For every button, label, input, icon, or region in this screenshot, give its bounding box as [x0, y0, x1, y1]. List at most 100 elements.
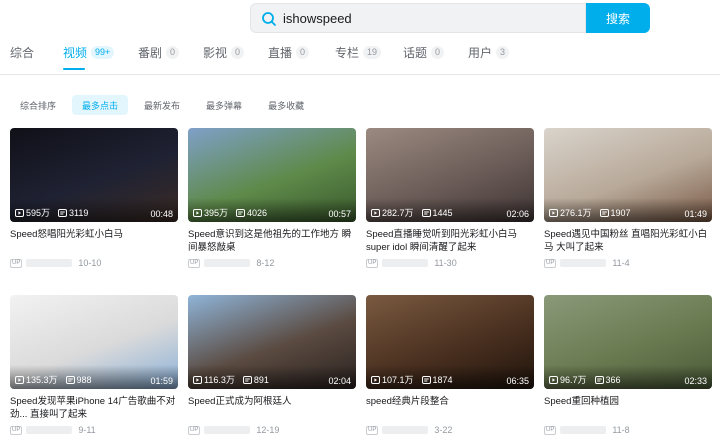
- video-duration: 02:33: [684, 376, 707, 386]
- video-meta: UP 11-30: [366, 258, 534, 268]
- video-title[interactable]: speed经典片段整合: [366, 395, 534, 421]
- view-count-value: 276.1万: [560, 208, 592, 218]
- view-count-value: 116.3万: [204, 375, 235, 385]
- danmaku-count-value: 1874: [432, 374, 453, 385]
- tab-user[interactable]: 用户 3: [468, 44, 528, 74]
- video-card[interactable]: 282.7万 1445 02:06 Speed直播睡觉听到阳光彩虹小白马 super …: [366, 128, 534, 268]
- uploader-icon: UP: [10, 425, 23, 435]
- video-thumbnail[interactable]: 276.1万 1907 01:49: [544, 128, 712, 222]
- video-thumbnail[interactable]: 595万 3119 00:48: [10, 128, 178, 222]
- video-thumbnail[interactable]: 395万 4026 00:57: [188, 128, 356, 222]
- video-stats: 595万 3119: [15, 206, 96, 219]
- video-title[interactable]: Speed直播睡觉听到阳光彩虹小白马 super idol 瞬间清醒了起来: [366, 228, 534, 254]
- video-card[interactable]: 595万 3119 00:48 Speed怒唱阳光彩虹小白马 UP 10-10: [10, 128, 178, 268]
- video-thumbnail[interactable]: 107.1万 1874 06:35: [366, 295, 534, 389]
- video-title[interactable]: Speed遇见中国粉丝 直唱阳光彩虹小白马 大叫了起来: [544, 228, 712, 254]
- uploader-name[interactable]: [204, 426, 251, 434]
- video-title[interactable]: Speed发现苹果iPhone 14广告歌曲不对劲... 直接叫了起来: [10, 395, 178, 421]
- video-title[interactable]: Speed怒唱阳光彩虹小白马: [10, 228, 178, 254]
- view-count: 595万: [15, 206, 50, 219]
- video-thumbnail[interactable]: 282.7万 1445 02:06: [366, 128, 534, 222]
- video-meta: UP 9-11: [10, 425, 178, 435]
- video-thumbnail[interactable]: 96.7万 366 02:33: [544, 295, 712, 389]
- danmaku-count: 3119: [58, 208, 88, 218]
- view-count-value: 395万: [204, 208, 229, 218]
- play-icon: [193, 375, 202, 384]
- tab-label: 视频: [63, 46, 88, 60]
- view-count: 96.7万: [549, 373, 587, 386]
- uploader-name[interactable]: [204, 259, 251, 267]
- tab-count: 0: [431, 46, 445, 59]
- publish-date: 8-12: [256, 258, 275, 268]
- view-count: 116.3万: [193, 373, 235, 386]
- danmaku-count-value: 891: [253, 374, 269, 385]
- play-icon: [15, 375, 24, 384]
- search-button[interactable]: 搜索: [586, 3, 650, 33]
- video-card[interactable]: 116.3万 891 02:04 Speed正式成为阿根廷人 UP 12-19: [188, 295, 356, 435]
- uploader-icon: UP: [366, 258, 379, 268]
- danmaku-count-value: 366: [605, 374, 621, 385]
- danmaku-count-value: 4026: [247, 207, 268, 218]
- uploader-name[interactable]: [560, 259, 607, 267]
- tab-divider: [0, 74, 720, 75]
- video-card[interactable]: 96.7万 366 02:33 Speed重回种植园 UP 11-8: [544, 295, 712, 435]
- video-stats: 282.7万 1445: [371, 206, 461, 219]
- uploader-name[interactable]: [26, 259, 73, 267]
- tab-topic[interactable]: 话题 0: [403, 44, 468, 74]
- uploader-icon: UP: [544, 258, 557, 268]
- video-card[interactable]: 395万 4026 00:57 Speed意识到这是他祖先的工作地方 瞬间暴怒敲桌 UP…: [188, 128, 356, 268]
- sort-default[interactable]: 综合排序: [10, 95, 66, 115]
- danmaku-icon: [58, 208, 68, 217]
- tab-all[interactable]: 综合: [10, 44, 63, 74]
- video-meta: UP 11-4: [544, 258, 712, 268]
- tab-article[interactable]: 专栏 19: [335, 44, 403, 74]
- video-duration: 01:49: [684, 209, 707, 219]
- danmaku-count-value: 1907: [610, 207, 631, 218]
- video-title[interactable]: Speed重回种植园: [544, 395, 712, 421]
- tab-count: 0: [231, 46, 245, 59]
- tab-live[interactable]: 直播 0: [268, 44, 335, 74]
- uploader-name[interactable]: [382, 426, 429, 434]
- publish-date: 10-10: [78, 258, 102, 268]
- video-title[interactable]: Speed意识到这是他祖先的工作地方 瞬间暴怒敲桌: [188, 228, 356, 254]
- uploader-icon: UP: [544, 425, 557, 435]
- publish-date: 9-11: [78, 425, 96, 435]
- sort-most-danmaku[interactable]: 最多弹幕: [196, 95, 252, 115]
- sort-options: 综合排序 最多点击 最新发布 最多弹幕 最多收藏: [10, 95, 320, 115]
- video-duration: 02:04: [328, 376, 351, 386]
- sort-newest[interactable]: 最新发布: [134, 95, 190, 115]
- danmaku-count: 891: [242, 374, 269, 385]
- video-stats: 116.3万 891: [193, 373, 277, 386]
- tab-video[interactable]: 视频 99+: [63, 44, 138, 74]
- video-thumbnail[interactable]: 116.3万 891 02:04: [188, 295, 356, 389]
- view-count: 107.1万: [371, 373, 414, 386]
- video-card[interactable]: 276.1万 1907 01:49 Speed遇见中国粉丝 直唱阳光彩虹小白马 大叫了…: [544, 128, 712, 268]
- tab-count: 3: [496, 46, 510, 59]
- video-card[interactable]: 135.3万 988 01:59 Speed发现苹果iPhone 14广告歌曲不对劲.…: [10, 295, 178, 435]
- sort-most-clicked[interactable]: 最多点击: [72, 95, 129, 115]
- publish-date: 3-22: [434, 425, 453, 435]
- uploader-icon: UP: [188, 258, 201, 268]
- tab-label: 用户: [468, 46, 493, 60]
- video-duration: 01:59: [150, 376, 173, 386]
- play-icon: [549, 208, 558, 217]
- tab-film[interactable]: 影视 0: [203, 44, 268, 74]
- search-query: ishowspeed: [283, 11, 352, 26]
- uploader-name[interactable]: [26, 426, 73, 434]
- tab-bangumi[interactable]: 番剧 0: [138, 44, 203, 74]
- danmaku-icon: [242, 375, 252, 384]
- tab-label: 话题: [403, 46, 428, 60]
- view-count-value: 595万: [26, 208, 51, 218]
- danmaku-count-value: 988: [76, 374, 92, 385]
- video-thumbnail[interactable]: 135.3万 988 01:59: [10, 295, 178, 389]
- video-title[interactable]: Speed正式成为阿根廷人: [188, 395, 356, 421]
- uploader-name[interactable]: [382, 259, 429, 267]
- uploader-name[interactable]: [560, 426, 607, 434]
- tab-label: 影视: [203, 46, 228, 60]
- search-input[interactable]: ishowspeed: [250, 3, 586, 33]
- view-count-value: 96.7万: [560, 375, 587, 385]
- video-stats: 395万 4026: [193, 206, 275, 219]
- sort-most-favorited[interactable]: 最多收藏: [258, 95, 314, 115]
- publish-date: 11-4: [612, 258, 630, 268]
- video-card[interactable]: 107.1万 1874 06:35 speed经典片段整合 UP 3-22: [366, 295, 534, 435]
